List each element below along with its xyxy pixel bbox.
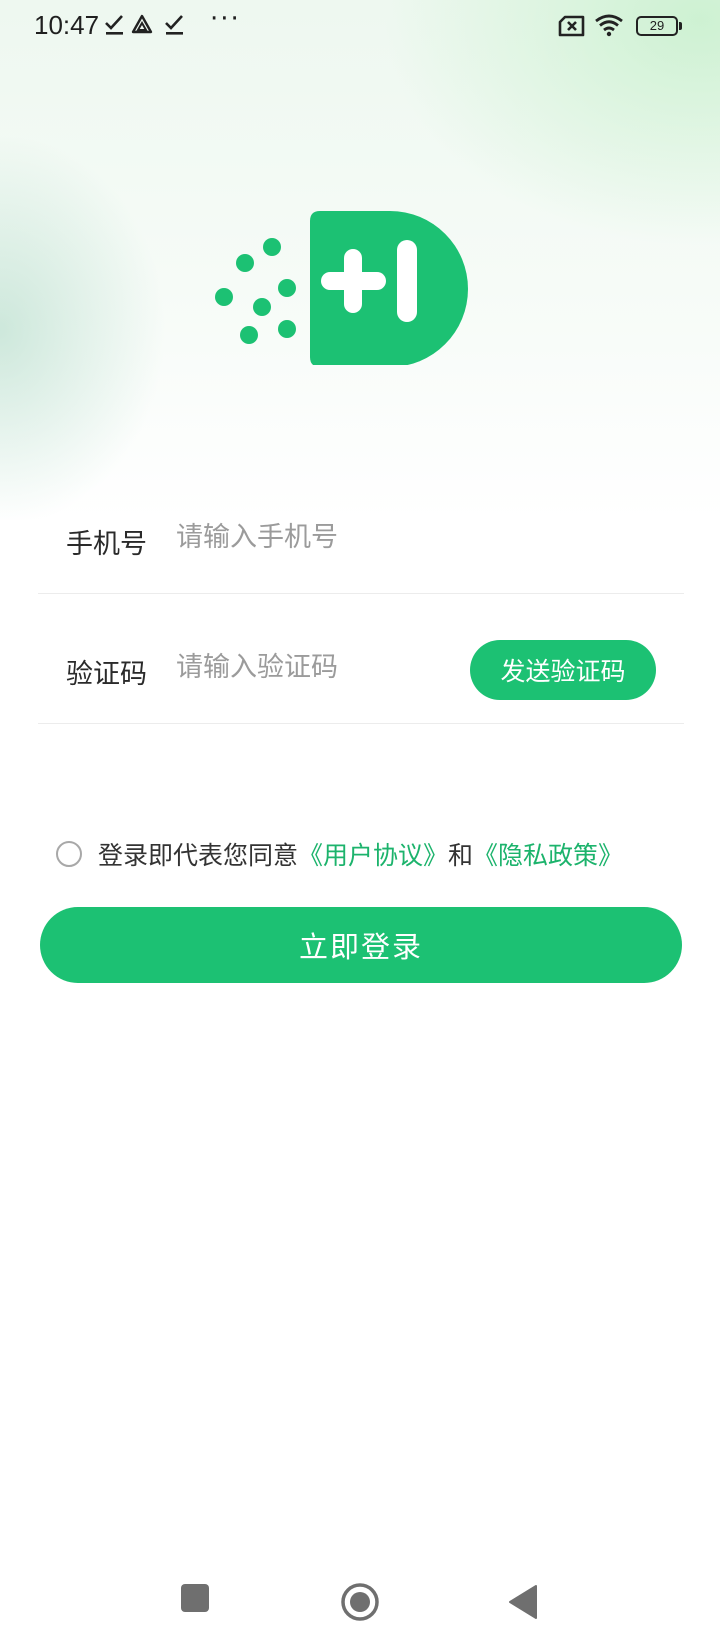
agreement: 登录即代表您同意 《用户协议》 和 《隐私政策》 bbox=[56, 834, 623, 874]
privacy-policy-link[interactable]: 《隐私政策》 bbox=[473, 836, 623, 872]
app-logo-icon bbox=[215, 211, 468, 365]
phone-input[interactable] bbox=[176, 512, 456, 562]
check-download-icon bbox=[165, 15, 183, 35]
agreement-checkbox[interactable] bbox=[56, 841, 82, 867]
wifi-icon bbox=[595, 14, 623, 37]
agreement-text: 登录即代表您同意 bbox=[98, 841, 299, 870]
status-time: 10:47 bbox=[34, 10, 100, 40]
check-download-icon bbox=[105, 15, 123, 35]
verification-code-label: 验证码 bbox=[66, 659, 147, 690]
phone-row: 手机号 bbox=[38, 474, 684, 594]
verification-code-row: 验证码 发送验证码 bbox=[38, 604, 684, 724]
battery-icon: 29 bbox=[636, 16, 682, 36]
login-button[interactable]: 立即登录 bbox=[40, 907, 682, 983]
phone-label: 手机号 bbox=[66, 529, 147, 560]
verification-code-input[interactable] bbox=[176, 642, 456, 692]
user-agreement-link[interactable]: 《用户协议》 bbox=[298, 836, 448, 872]
recents-square-icon[interactable] bbox=[180, 1583, 210, 1613]
more-notifications-icon: ··· bbox=[210, 4, 241, 34]
agreement-conjunction: 和 bbox=[448, 841, 474, 870]
back-triangle-icon[interactable] bbox=[508, 1584, 538, 1620]
send-code-button[interactable]: 发送验证码 bbox=[470, 640, 656, 700]
status-bar: 10:47 ··· 29 bbox=[0, 0, 720, 56]
drive-icon bbox=[131, 14, 153, 34]
home-circle-icon[interactable] bbox=[340, 1582, 380, 1622]
no-sim-icon bbox=[558, 15, 585, 37]
